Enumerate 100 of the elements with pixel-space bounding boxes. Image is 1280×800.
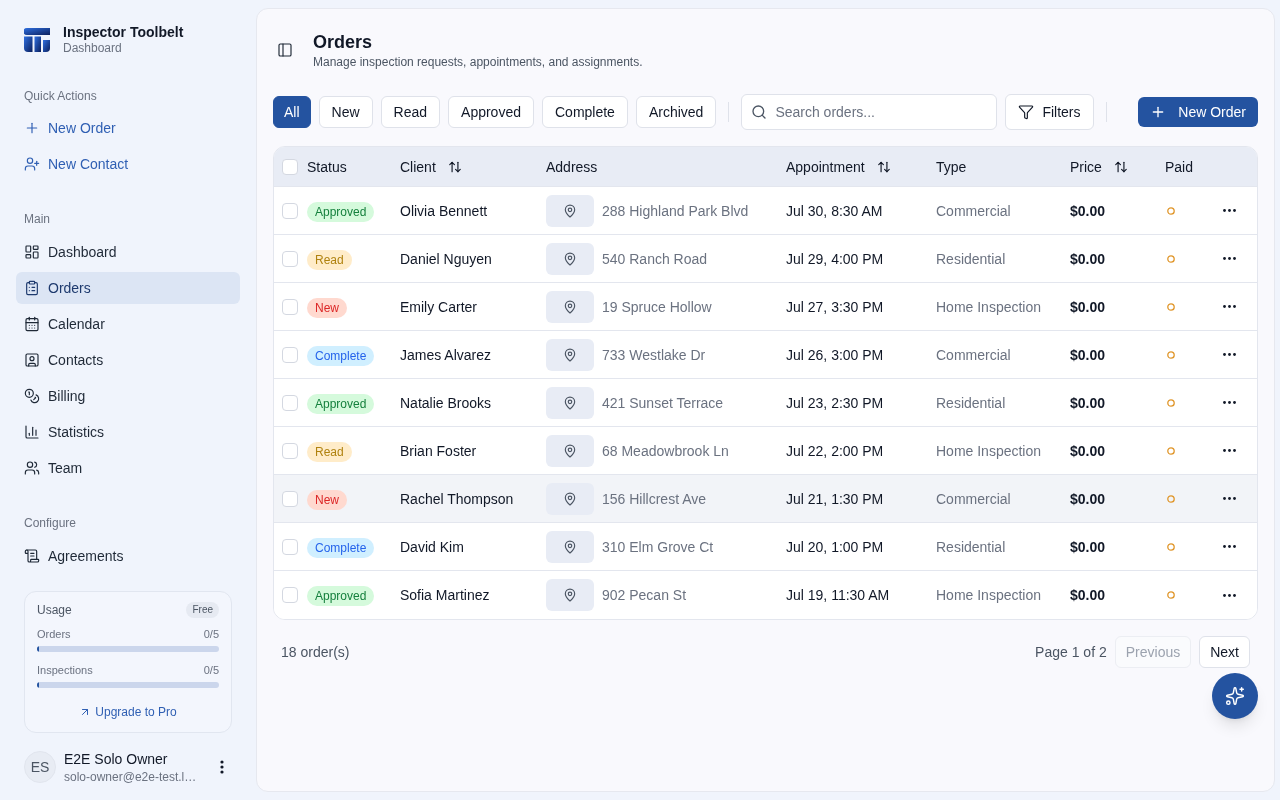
- client-name: James Alvarez: [400, 346, 492, 363]
- search-field[interactable]: Search orders...: [741, 94, 998, 130]
- checkbox[interactable]: [282, 298, 298, 315]
- checkbox[interactable]: [282, 538, 298, 555]
- section-heading: Configure: [23, 515, 78, 531]
- status-badge: Read: [307, 249, 352, 270]
- column-header-button[interactable]: Client: [400, 156, 462, 177]
- appointment-time: Jul 21, 1:30 PM: [786, 490, 884, 507]
- checkbox[interactable]: [282, 158, 298, 175]
- ellipsis-icon: [1222, 545, 1236, 548]
- meter-reading: 0/5: [203, 627, 219, 642]
- status-badge: New: [307, 489, 347, 510]
- section-heading: Main: [23, 211, 51, 227]
- map-button[interactable]: [546, 579, 594, 611]
- upgrade-link[interactable]: Upgrade to Pro: [79, 704, 177, 720]
- address-text: 68 Meadowbrook Ln: [602, 441, 729, 461]
- logo-icon: [24, 27, 51, 53]
- map-pin-icon: [563, 491, 577, 506]
- client-name: Olivia Bennett: [400, 202, 488, 219]
- inspection-type: Home Inspection: [936, 298, 1042, 315]
- map-pin-icon: [563, 539, 577, 554]
- price-text: $0.00: [1070, 394, 1106, 411]
- column-header-button[interactable]: Appointment: [786, 156, 891, 177]
- status-badge: Complete: [307, 345, 375, 366]
- inspection-type: Residential: [936, 250, 1006, 267]
- users-icon: [24, 460, 40, 476]
- filter-tab[interactable]: Archived: [635, 96, 717, 128]
- nav-item[interactable]: Statistics: [16, 416, 240, 448]
- contact-card-icon: [24, 352, 40, 368]
- address-text: 156 Hillcrest Ave: [602, 489, 706, 509]
- map-pin-icon: [563, 588, 577, 602]
- kebab-icon: [220, 760, 224, 774]
- funnel-icon: [1018, 104, 1035, 120]
- map-pin-icon: [563, 203, 577, 218]
- column-header-button[interactable]: Price: [1070, 156, 1128, 177]
- map-button[interactable]: [546, 434, 594, 467]
- checkbox[interactable]: [282, 442, 298, 459]
- checkbox[interactable]: [282, 346, 298, 363]
- client-name: Daniel Nguyen: [400, 250, 492, 267]
- nav-item[interactable]: Contacts: [16, 344, 240, 376]
- ellipsis-icon: [1222, 209, 1236, 212]
- bar-chart-icon: [24, 424, 40, 440]
- checkbox[interactable]: [282, 250, 298, 267]
- next-button[interactable]: Next: [1199, 636, 1250, 668]
- map-pin-icon: [563, 299, 577, 314]
- scroll-icon: [24, 548, 40, 564]
- meter-reading: 0/5: [203, 663, 219, 678]
- nav-item[interactable]: Dashboard: [16, 236, 240, 268]
- map-button[interactable]: [546, 242, 594, 275]
- checkbox[interactable]: [282, 490, 298, 507]
- checkbox[interactable]: [282, 587, 298, 603]
- price-text: $0.00: [1070, 490, 1106, 507]
- calendar-icon: [24, 316, 40, 332]
- grid-icon: [24, 244, 40, 260]
- checkbox[interactable]: [282, 202, 298, 219]
- address-text: 310 Elm Grove Ct: [602, 537, 714, 557]
- checkbox[interactable]: [282, 394, 298, 411]
- ellipsis-icon: [1222, 353, 1236, 356]
- map-button[interactable]: [546, 194, 594, 227]
- client-name: Sofia Martinez: [400, 587, 490, 603]
- status-badge: Read: [307, 441, 352, 462]
- plus-icon: [24, 120, 40, 136]
- column-header: Status: [307, 158, 347, 175]
- filter-tab[interactable]: New: [318, 96, 373, 128]
- section-heading: Quick Actions: [23, 88, 98, 104]
- nav-item[interactable]: Calendar: [16, 308, 240, 340]
- map-button[interactable]: [546, 482, 594, 515]
- nav-item[interactable]: Billing: [16, 380, 240, 412]
- filter-tab[interactable]: Read: [380, 96, 441, 128]
- map-pin-icon: [563, 251, 577, 266]
- map-button[interactable]: [546, 530, 594, 563]
- app-title: Inspector Toolbelt: [63, 24, 184, 40]
- nav-item[interactable]: Orders: [16, 272, 240, 304]
- appointment-time: Jul 22, 2:00 PM: [786, 442, 884, 459]
- address-text: 19 Spruce Hollow: [602, 297, 712, 317]
- map-button[interactable]: [546, 290, 594, 323]
- inspection-type: Commercial: [936, 346, 1011, 363]
- nav-item[interactable]: Team: [16, 452, 240, 484]
- filters-button[interactable]: Filters: [1005, 94, 1094, 130]
- map-button[interactable]: [546, 386, 594, 419]
- panel-left-icon: [277, 42, 293, 58]
- new-order-button[interactable]: New Order: [1138, 97, 1258, 127]
- quick-action-link[interactable]: New Order: [16, 112, 240, 144]
- address-text: 902 Pecan St: [602, 586, 687, 605]
- status-badge: Complete: [307, 537, 375, 558]
- map-button[interactable]: [546, 338, 594, 371]
- page-subtitle: Manage inspection requests, appointments, and assignments.: [313, 54, 643, 70]
- appointment-time: Jul 30, 8:30 AM: [786, 202, 883, 219]
- status-badge: New: [307, 297, 347, 318]
- quick-action-link[interactable]: New Contact: [16, 148, 240, 180]
- map-pin-icon: [563, 347, 577, 362]
- filter-tab[interactable]: Approved: [448, 96, 534, 128]
- nav-item[interactable]: Agreements: [16, 540, 240, 572]
- plan-badge: Free: [186, 602, 219, 618]
- filter-tab[interactable]: All: [273, 96, 311, 128]
- client-name: Rachel Thompson: [400, 490, 514, 507]
- status-badge: Approved: [307, 393, 375, 414]
- inspection-type: Residential: [936, 538, 1006, 555]
- assistant-button[interactable]: [1212, 673, 1258, 719]
- filter-tab[interactable]: Complete: [542, 96, 628, 128]
